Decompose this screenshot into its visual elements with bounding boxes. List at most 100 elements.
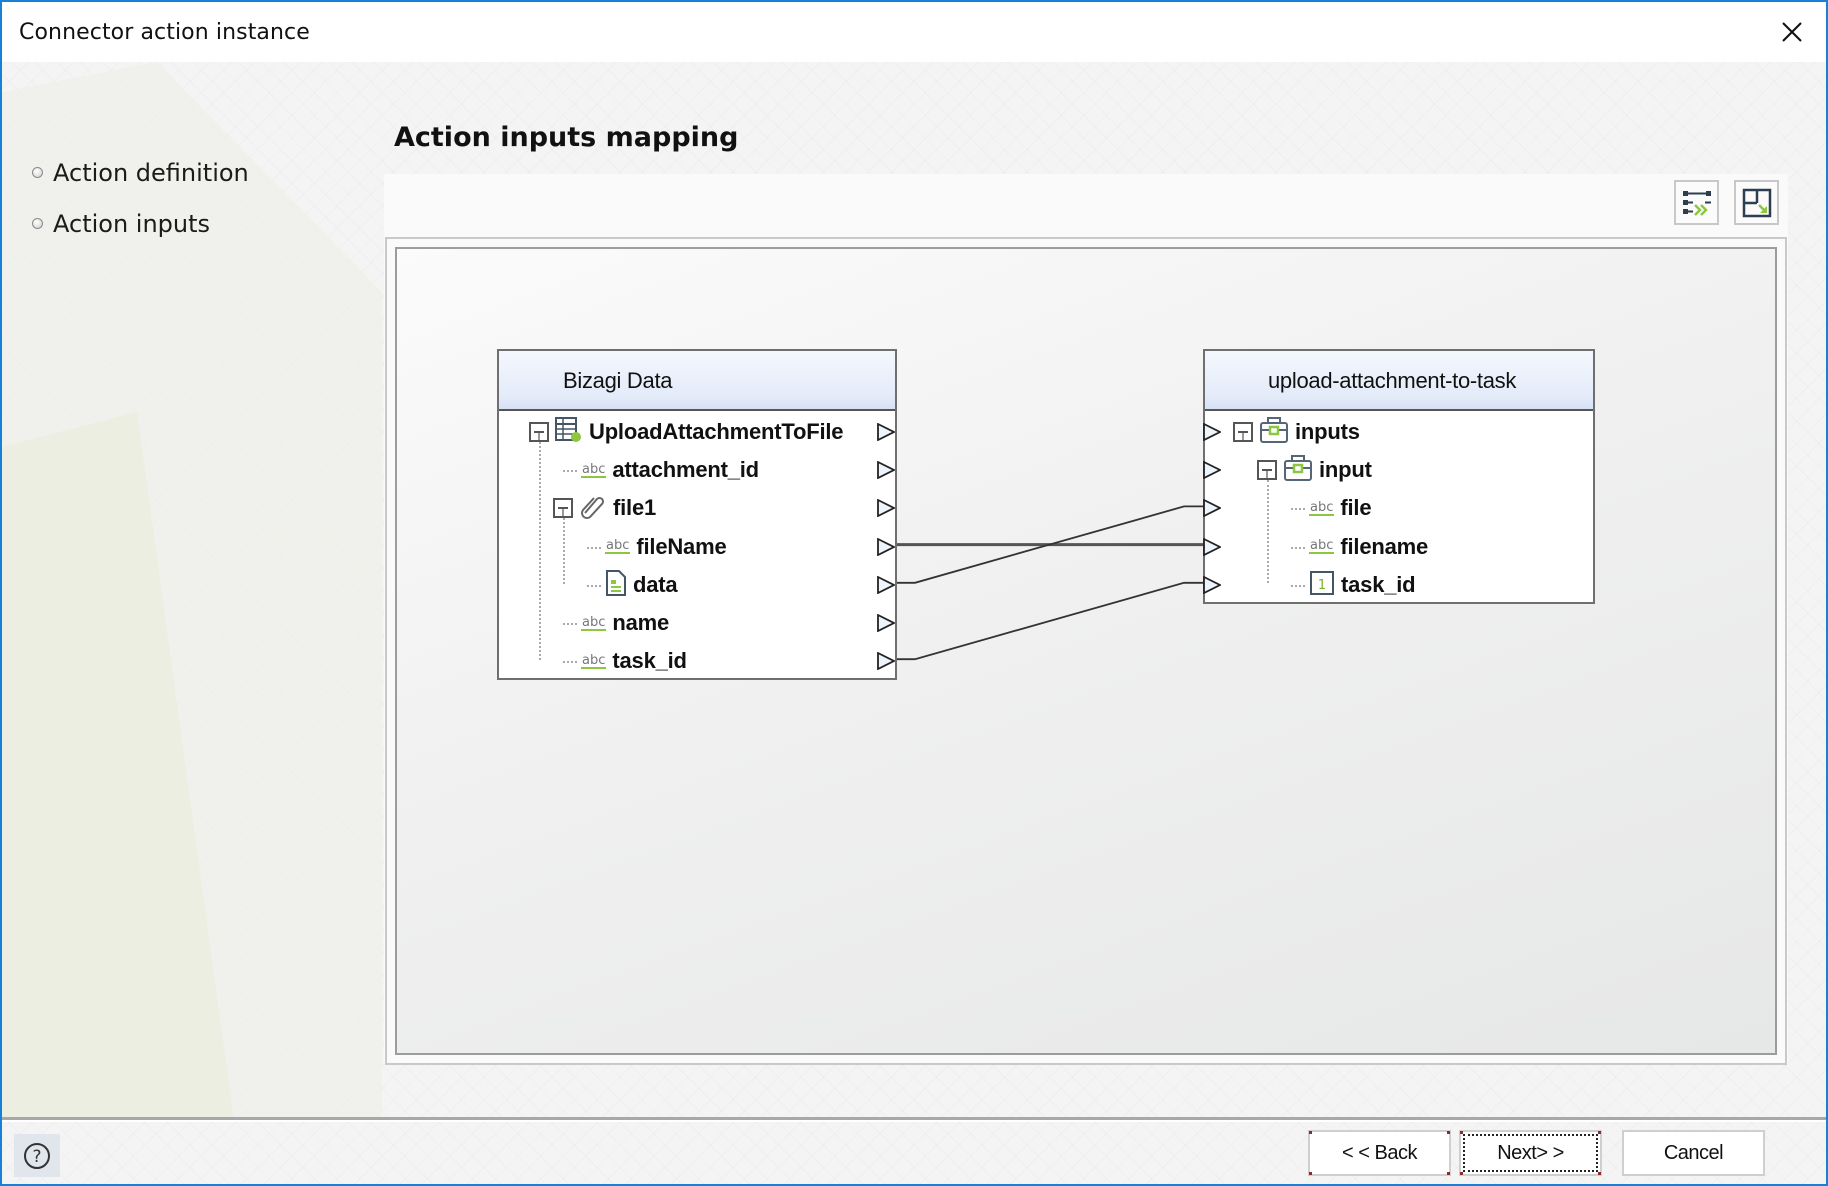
tree-connector	[1291, 584, 1305, 587]
tree-node-filename[interactable]: abc filename	[1309, 529, 1428, 565]
target-schema-box[interactable]: upload-attachment-to-task inputs input abc f…	[1203, 349, 1595, 604]
tree-node-label: file1	[613, 495, 657, 521]
input-port-icon[interactable]	[1203, 537, 1223, 557]
tree-node-label: filename	[1340, 533, 1429, 559]
next-button[interactable]: Next> >	[1459, 1130, 1602, 1176]
tree-connector	[563, 623, 577, 625]
input-port-icon[interactable]	[1203, 498, 1223, 518]
input-port-icon[interactable]	[1203, 422, 1223, 442]
fit-layout-button[interactable]	[1734, 180, 1779, 225]
footer-separator	[2, 1117, 1826, 1122]
tree-connector	[1291, 546, 1305, 549]
tree-node-label: UploadAttachmentToFile	[589, 419, 844, 444]
tree-node-file1[interactable]: file1	[553, 490, 656, 526]
tree-node-file[interactable]: abc file	[1309, 490, 1372, 526]
object-briefcase-icon	[1283, 454, 1313, 486]
svg-text:1: 1	[1318, 578, 1326, 593]
schema-box-title: Bizagi Data	[563, 368, 673, 393]
step-label: Action definition	[53, 158, 249, 187]
tree-node-label: fileName	[636, 533, 727, 559]
tree-node-filename[interactable]: abc fileName	[605, 529, 727, 565]
bullet-icon	[32, 167, 43, 178]
collapse-toggle-icon[interactable]	[1233, 422, 1253, 442]
tree-connector	[1267, 480, 1269, 583]
output-port-icon[interactable]	[877, 422, 897, 442]
output-port-icon[interactable]	[877, 651, 897, 671]
string-abc-icon: abc	[1309, 538, 1335, 555]
schema-box-header: upload-attachment-to-task	[1205, 351, 1593, 411]
output-port-icon[interactable]	[877, 613, 897, 633]
step-label: Action inputs	[53, 209, 211, 238]
tree-node-label: inputs	[1295, 419, 1360, 444]
step-action-definition[interactable]: Action definition	[32, 147, 249, 198]
output-port-icon[interactable]	[877, 537, 897, 557]
mapping-wire-task_id-to-task_id[interactable]	[896, 581, 1204, 661]
window-title: Connector action instance	[19, 20, 310, 45]
collapse-toggle-icon[interactable]	[553, 498, 573, 519]
tree-node-inputs[interactable]: inputs	[1233, 414, 1360, 450]
cancel-button[interactable]: Cancel	[1622, 1130, 1765, 1176]
tree-node-label: task_id	[612, 648, 687, 674]
tree-node-input[interactable]: input	[1257, 452, 1372, 488]
close-icon	[1782, 22, 1802, 42]
string-abc-icon: abc	[581, 461, 607, 478]
page-title: Action inputs mapping	[394, 122, 739, 153]
tree-connector	[587, 584, 601, 587]
output-port-icon[interactable]	[877, 498, 897, 518]
help-icon: ?	[24, 1142, 50, 1169]
tree-node-label: attachment_id	[612, 457, 759, 483]
schema-box-header: Bizagi Data	[499, 351, 895, 411]
tree-node-attachment-id[interactable]: abc attachment_id	[581, 452, 759, 488]
svg-text:?: ?	[32, 1147, 41, 1167]
object-briefcase-icon	[1259, 416, 1289, 448]
collapse-toggle-icon[interactable]	[1257, 460, 1277, 481]
collapse-toggle-icon[interactable]	[529, 422, 549, 442]
document-icon	[605, 569, 627, 601]
wizard-steps: Action definition Action inputs	[32, 147, 249, 249]
dialog-body: Action definition Action inputs Action i…	[2, 62, 1826, 1184]
tree-node-label: data	[633, 571, 678, 597]
bullet-icon	[32, 218, 43, 229]
layout-resize-icon	[1742, 188, 1771, 217]
tree-node-data[interactable]: data	[605, 567, 678, 603]
output-port-icon[interactable]	[877, 575, 897, 595]
tree-node-task-id[interactable]: 1 task_id	[1309, 567, 1416, 603]
auto-map-icon	[1682, 190, 1711, 216]
string-abc-icon: abc	[581, 652, 607, 669]
integer-icon: 1	[1309, 570, 1335, 600]
tree-node-label: file	[1340, 495, 1372, 521]
source-schema-box[interactable]: Bizagi Data UploadAttachmentToFile abc atta…	[497, 349, 897, 680]
tree-connector	[539, 442, 541, 660]
tree-connector	[587, 546, 601, 549]
tree-connector	[1291, 508, 1305, 511]
string-abc-icon: abc	[605, 538, 631, 555]
tree-connector	[563, 518, 565, 584]
output-port-icon[interactable]	[877, 460, 897, 480]
tree-node-label: input	[1319, 457, 1372, 483]
close-button[interactable]	[1776, 16, 1808, 48]
cancel-button-label: Cancel	[1663, 1141, 1724, 1164]
tree-connector	[563, 661, 577, 664]
schema-box-title: upload-attachment-to-task	[1268, 368, 1517, 393]
tree-node-task-id[interactable]: abc task_id	[581, 643, 687, 679]
step-action-inputs[interactable]: Action inputs	[32, 198, 249, 249]
attachment-paperclip-icon	[579, 493, 607, 523]
tree-node-label: task_id	[1341, 571, 1416, 597]
help-button[interactable]: ?	[14, 1134, 60, 1177]
mapping-canvas[interactable]: Bizagi Data UploadAttachmentToFile abc atta…	[395, 247, 1777, 1055]
tree-node-uploadattachmenttofile[interactable]: UploadAttachmentToFile	[529, 414, 844, 450]
next-button-label: Next> >	[1497, 1141, 1564, 1164]
string-abc-icon: abc	[1309, 499, 1335, 516]
back-button-label: < < Back	[1342, 1141, 1417, 1164]
input-port-icon[interactable]	[1203, 575, 1223, 595]
entity-table-icon	[555, 417, 583, 447]
mapping-canvas-frame: Bizagi Data UploadAttachmentToFile abc atta…	[385, 237, 1787, 1065]
tree-node-name[interactable]: abc name	[581, 605, 669, 641]
dialog-window: Connector action instance Action definit…	[0, 0, 1828, 1186]
string-abc-icon: abc	[581, 614, 607, 631]
back-button[interactable]: < < Back	[1308, 1130, 1451, 1176]
auto-map-button[interactable]	[1674, 180, 1719, 225]
tree-node-label: name	[612, 610, 670, 635]
title-bar: Connector action instance	[2, 2, 1826, 62]
input-port-icon[interactable]	[1203, 460, 1223, 480]
